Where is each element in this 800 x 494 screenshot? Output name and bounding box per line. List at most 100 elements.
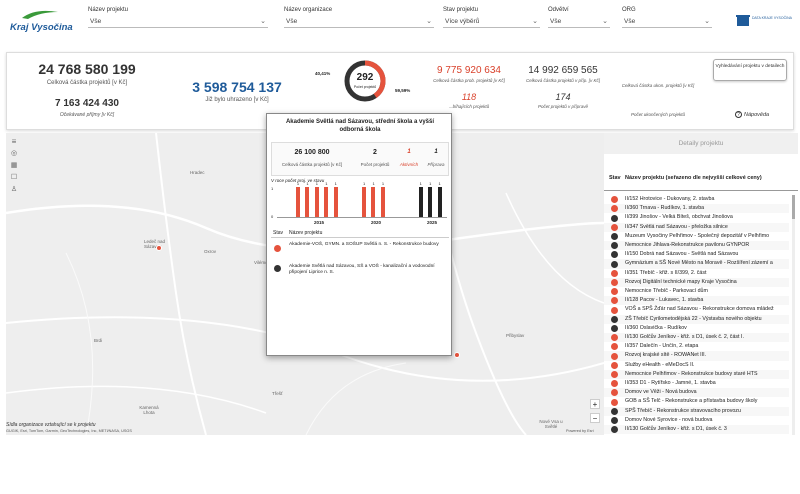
- year-bar[interactable]: [324, 187, 329, 217]
- filter-select[interactable]: Vše ⌄: [622, 16, 712, 28]
- chevron-down-icon: ⌄: [426, 18, 432, 25]
- detail-row[interactable]: II/347 Světlá nad Sázavou - přeložka sil…: [604, 222, 789, 232]
- bar-data-label: 1: [381, 181, 385, 186]
- bar-data-label: 1: [438, 181, 441, 186]
- detail-row[interactable]: II/353 D1 - Rytířsko - Jamné, 1. stavba: [604, 379, 789, 388]
- chevron-down-icon: ⌄: [260, 18, 266, 25]
- detail-row[interactable]: GOB a SŠ Telč - Rekonstrukce a přístavba…: [604, 397, 789, 406]
- detail-row[interactable]: II/128 Pacov - Lukavec, 1. stavba: [604, 296, 789, 306]
- popup-col-stav[interactable]: Stav: [273, 230, 283, 236]
- filter-select[interactable]: Vše ⌄: [548, 16, 610, 28]
- scrollbar[interactable]: [792, 195, 795, 435]
- x-tick: 2020: [371, 220, 382, 225]
- filter-odvetvi[interactable]: Odvětví Vše ⌄: [548, 7, 610, 28]
- detail-row[interactable]: II/152 Hrotovice - Dukovany, 2. stavba: [604, 195, 789, 204]
- detail-row[interactable]: VOŠ a SPŠ Žďár nad Sázavou - Rekonstrukc…: [604, 305, 789, 314]
- col-stav[interactable]: Stav: [609, 175, 621, 181]
- detail-row[interactable]: Služby eHealth - eMeDocS II.: [604, 361, 789, 370]
- kpi-total-amount-label: Celková částka projektů [v Kč]: [46, 80, 128, 86]
- donut-value: 292: [356, 72, 374, 83]
- status-prep-dot: [611, 214, 618, 222]
- popup-prep: 1: [434, 149, 438, 155]
- detail-row[interactable]: II/357 Dalečín - Unčín, 2. etapa: [604, 342, 789, 351]
- year-bar[interactable]: [380, 187, 385, 217]
- year-bar[interactable]: [333, 187, 338, 217]
- org-marker[interactable]: [454, 352, 460, 358]
- detail-row[interactable]: II/360 Trnava - Rudíkov, 1. stavba: [604, 204, 789, 214]
- popup-prep-label: Příprava: [427, 162, 445, 167]
- year-bar[interactable]: [362, 187, 366, 217]
- year-bar[interactable]: [295, 187, 300, 217]
- help-link[interactable]: ? Nápověda: [735, 111, 769, 118]
- filter-select[interactable]: Vše ⌄: [88, 16, 268, 28]
- detail-row[interactable]: Domov ve Věži - Nová budova: [604, 388, 789, 398]
- detail-row-name: Nemocnice Jihlava-Rekonstrukce pavilonu …: [625, 242, 750, 248]
- detail-row-name: II/357 Dalečín - Unčín, 2. etapa: [625, 343, 699, 350]
- bookmark-icon[interactable]: ☐: [8, 173, 20, 185]
- detail-row[interactable]: Nemocnice Třebíč - Parkovací dům: [604, 287, 789, 296]
- filter-org[interactable]: ORG Vše ⌄: [622, 7, 712, 28]
- kraj-vysocina-logo[interactable]: Kraj Vysočina: [10, 8, 73, 40]
- detail-row[interactable]: II/130 Golčův Jeníkov - křiž. s D1, úsek…: [604, 333, 789, 343]
- filter-select[interactable]: Více výběrů ⌄: [443, 16, 540, 28]
- filter-select[interactable]: Vše ⌄: [284, 16, 434, 28]
- zoom-in-button[interactable]: +: [590, 399, 600, 409]
- detail-row-name: II/130 Golčův Jeníkov - křiž. s D1, úsek…: [625, 334, 744, 340]
- popup-active: 1: [407, 149, 411, 155]
- year-bar[interactable]: [418, 187, 423, 217]
- detail-row[interactable]: SPŠ Třebíč - Rekonstrukce stravovacího p…: [604, 406, 789, 416]
- detail-row[interactable]: Gymnázium a SŠ Nové Město na Moravě - Ro…: [604, 259, 789, 269]
- scrollbar-thumb[interactable]: [792, 195, 795, 219]
- basemap-icon[interactable]: ▦: [8, 161, 20, 173]
- year-bar[interactable]: [371, 187, 376, 217]
- org-marker[interactable]: [156, 245, 162, 251]
- year-bar[interactable]: [428, 187, 433, 217]
- filter-nazev-organizace[interactable]: Název organizace Vše ⌄: [284, 7, 434, 28]
- detail-row[interactable]: II/399 Jinošov - Velká Bíteš, obchvat Ji…: [604, 213, 789, 222]
- detail-row[interactable]: Domov Nové Syrovice - nová budova: [604, 416, 789, 425]
- popup-col-name[interactable]: Název projektu: [289, 230, 322, 236]
- kpi-active-amount-label: Celková částka prob. projektů [v Kč]: [433, 78, 505, 83]
- detail-row[interactable]: Rozvoj Digitální technické mapy Kraje Vy…: [604, 277, 789, 287]
- year-bar[interactable]: [437, 187, 442, 217]
- popup-row[interactable]: Akademie Světlá nad Sázavou, SŠ a VOŠ - …: [271, 262, 449, 282]
- kpi-paid-label: Již bylo uhrazeno [v Kč]: [205, 97, 269, 103]
- filter-stav-projektu[interactable]: Stav projektu Více výběrů ⌄: [443, 7, 540, 28]
- col-name[interactable]: Název projektu (seřazeno dle nejvyšší ce…: [625, 175, 762, 181]
- layers-icon[interactable]: ≡: [8, 137, 20, 149]
- year-bar[interactable]: [314, 187, 319, 217]
- detail-row[interactable]: Nemocnice Pelhřimov - Rekonstrukce budov…: [604, 369, 789, 379]
- year-bar[interactable]: [305, 187, 310, 217]
- globe-icon[interactable]: ◎: [8, 149, 20, 161]
- kpi-paid: 3 598 754 137: [192, 79, 282, 95]
- user-icon[interactable]: ♙: [8, 185, 20, 197]
- popup-row-name: Akademie Světlá nad Sázavou, SŠ a VOŠ - …: [289, 264, 435, 275]
- detail-row[interactable]: Rozvoj krajské sítě - ROWANet III.: [604, 351, 789, 361]
- detail-row-name: II/152 Hrotovice - Dukovany, 2. stavba: [625, 196, 715, 202]
- detail-button[interactable]: Detaily projektu: [604, 133, 798, 154]
- zoom-out-button[interactable]: −: [590, 413, 600, 423]
- help-label: Nápověda: [744, 112, 770, 118]
- search-details-button[interactable]: Vyhledávání projektu v detailech: [713, 59, 787, 81]
- status-prep-dot: [611, 416, 618, 424]
- bar-data-label: 1: [306, 181, 309, 186]
- popup-row[interactable]: Akademie-VOŠ, GYMN. a SOŠUP Světlá n. S.…: [271, 240, 449, 260]
- filter-nazev-projektu[interactable]: Název projektu Vše ⌄: [88, 7, 268, 28]
- detail-row[interactable]: II/360 Oslavička - Rudíkov: [604, 324, 789, 333]
- detail-row[interactable]: ZŠ Třebíč Cyrilometodějská 22 - Výstavba…: [604, 314, 789, 324]
- kpi-prep-amount: 14 992 659 565: [528, 65, 598, 76]
- donut-right-pct: 59,59%: [395, 88, 411, 93]
- powered-by-esri[interactable]: Powered by Esri: [566, 429, 594, 433]
- detail-row[interactable]: II/150 Dobrá nad Sázavou - Světlá nad Sá…: [604, 250, 789, 259]
- chevron-down-icon: ⌄: [704, 18, 710, 25]
- year-bar-chart[interactable]: 1 1 1 1 1 1 1 1 1 1 1: [277, 181, 447, 218]
- y-tick: 0: [271, 214, 274, 219]
- detail-row[interactable]: II/351 Třebíč - křiž. s II/399, 2. část: [604, 269, 789, 278]
- detail-row[interactable]: Nemocnice Jihlava-Rekonstrukce pavilonu …: [604, 241, 789, 251]
- bar-data-label: 1: [419, 181, 422, 186]
- detail-row[interactable]: Muzeum Vysočiny Pelhřimov - Společný dep…: [604, 232, 789, 241]
- popup-table-header: Stav Název projektu: [271, 228, 449, 238]
- detail-row[interactable]: II/130 Golčův Jeníkov - křiž. s D1, úsek…: [604, 425, 789, 435]
- detail-row-name: Gymnázium a SŠ Nové Město na Moravě - Ro…: [625, 260, 773, 267]
- detail-row-name: ZŠ Třebíč Cyrilometodějská 22 - Výstavba…: [625, 315, 762, 322]
